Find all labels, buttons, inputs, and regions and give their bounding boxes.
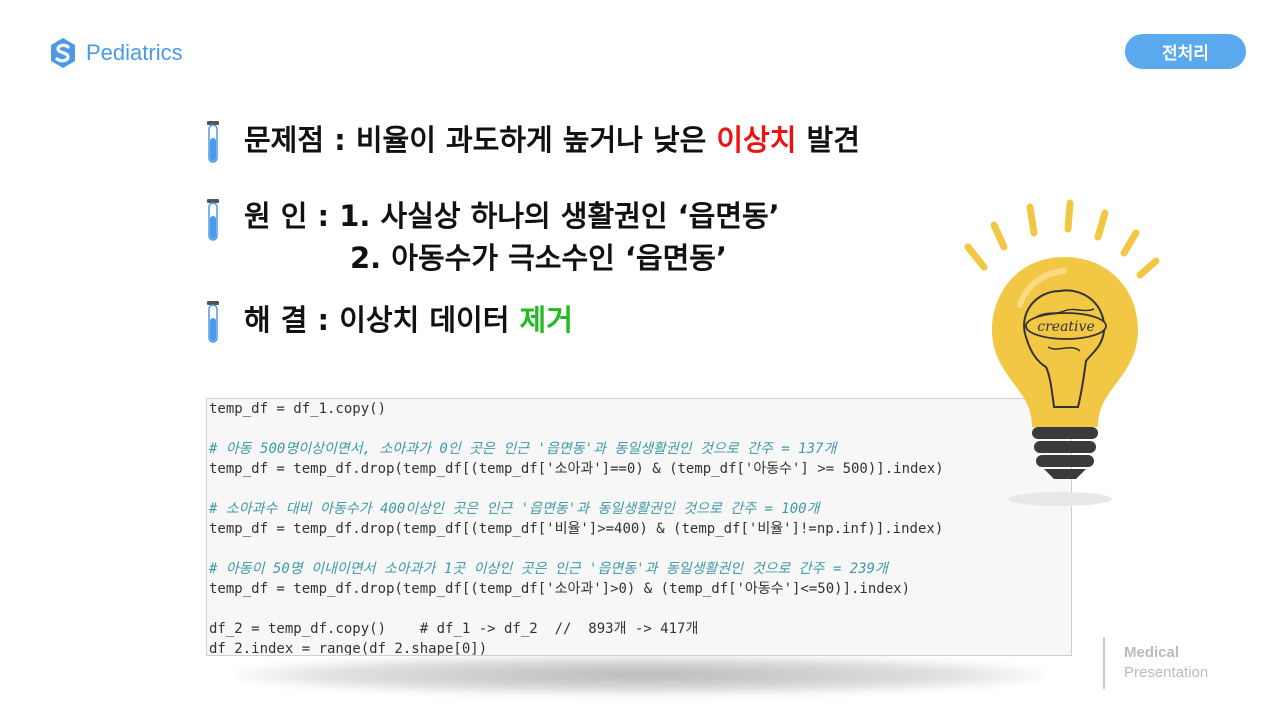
- bulb-word: creative: [1037, 319, 1094, 335]
- section-tag: 전처리: [1125, 34, 1246, 69]
- problem-suffix: 발견: [796, 123, 860, 157]
- test-tube-icon: [207, 121, 219, 163]
- test-tube-icon: [207, 301, 219, 343]
- footer-title: Medical: [1124, 644, 1180, 661]
- code-line: temp_df = temp_df.drop(temp_df[(temp_df[…: [209, 461, 944, 477]
- code-line: temp_df = df_1.copy(): [209, 401, 387, 417]
- pediatrics-logo-icon: [51, 38, 75, 68]
- code-comment: # 소아과수 대비 아동수가 400이상인 곳은 인근 '읍면동'과 동일생활권…: [209, 501, 820, 517]
- problem-heading: 문제점 : 비율이 과도하게 높거나 낮은 이상치 발견: [244, 120, 860, 160]
- code-line: df_2.index = range(df_2.shape[0]): [209, 641, 488, 656]
- footer-subtitle: Presentation: [1124, 664, 1209, 681]
- test-tube-icon: [207, 199, 219, 241]
- code-line: temp_df = temp_df.drop(temp_df[(temp_df[…: [209, 581, 911, 597]
- solution-heading: 해 결 : 이상치 데이터 제거: [244, 300, 573, 340]
- code-shadow: [238, 655, 1043, 695]
- cause-heading-line1: 원 인 : 1. 사실상 하나의 생활권인 ‘읍면동’: [244, 199, 780, 233]
- problem-text: 문제점 : 비율이 과도하게 높거나 낮은: [244, 123, 717, 157]
- code-line: temp_df = temp_df.drop(temp_df[(temp_df[…: [209, 521, 944, 537]
- cause-heading-line2: 2. 아동수가 극소수인 ‘읍면동’: [350, 241, 727, 275]
- solution-highlight: 제거: [519, 303, 573, 337]
- logo: Pediatrics: [48, 36, 183, 70]
- footer-divider: [1103, 637, 1105, 689]
- logo-text: Pediatrics: [86, 40, 183, 65]
- code-comment: # 아동 500명이상이면서, 소아과가 0인 곳은 인근 '읍면동'과 동일생…: [209, 441, 837, 457]
- problem-highlight: 이상치: [716, 123, 797, 157]
- solution-text: 해 결 : 이상치 데이터: [244, 303, 520, 337]
- code-block: temp_df = df_1.copy() # 아동 500명이상이면서, 소아…: [206, 398, 1072, 656]
- code-line: df_2 = temp_df.copy() # df_1 -> df_2 // …: [209, 621, 699, 637]
- lightbulb-icon: creative: [964, 199, 1160, 506]
- code-comment: # 아동이 50명 이내이면서 소아과가 1곳 이상인 곳은 인근 '읍면동'과…: [209, 561, 888, 577]
